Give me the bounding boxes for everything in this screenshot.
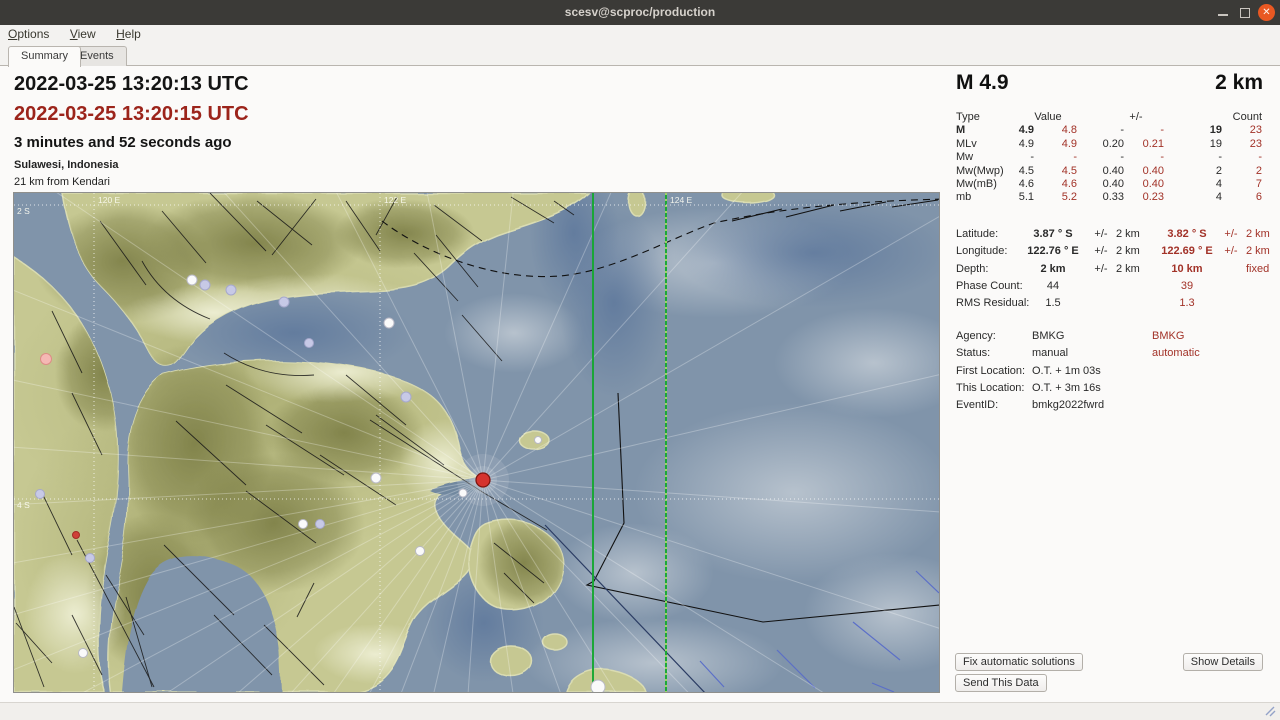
station-marker — [79, 649, 88, 658]
distance-from-city: 21 km from Kendari — [14, 176, 110, 188]
magnitude-row: MLv4.94.90.200.211923 — [956, 138, 1262, 151]
magnitude-table: Type Value +/- Count M4.94.8--1923MLv4.9… — [956, 111, 1262, 205]
station-marker — [371, 473, 381, 483]
station-marker — [535, 437, 542, 444]
tab-bar: Summary Events — [0, 43, 1280, 66]
station-marker — [316, 520, 325, 529]
location-row: Phase Count:4439 — [956, 280, 1268, 297]
graticule-label: 122 E — [384, 195, 407, 205]
magnitude-row: Mw(mB)4.64.60.400.4047 — [956, 178, 1262, 191]
station-marker — [73, 532, 80, 539]
location-row: RMS Residual:1.51.3 — [956, 297, 1268, 314]
fix-automatic-solutions-button[interactable]: Fix automatic solutions — [955, 653, 1083, 671]
maximize-icon[interactable] — [1240, 8, 1250, 18]
magnitude-table-header: Type Value +/- Count — [956, 111, 1262, 124]
station-marker — [226, 285, 236, 295]
menu-item-help[interactable]: Help — [108, 26, 149, 42]
graticule-label: 124 E — [670, 195, 693, 205]
station-marker — [200, 280, 210, 290]
station-marker — [299, 520, 308, 529]
station-marker — [41, 354, 52, 365]
station-marker — [401, 392, 411, 402]
title-bar: scesv@scproc/production ✕ — [0, 0, 1280, 25]
resize-grip-icon[interactable] — [1264, 705, 1276, 717]
station-marker — [36, 490, 45, 499]
station-marker — [187, 275, 197, 285]
station-marker — [279, 297, 289, 307]
col-count: Count — [1233, 111, 1262, 123]
menu-item-options[interactable]: Options — [0, 26, 57, 42]
minimize-icon[interactable] — [1218, 14, 1228, 16]
station-marker — [591, 680, 605, 692]
map-canvas[interactable]: 120 E 122 E 124 E 2 S 4 S — [14, 193, 939, 692]
meta-row: First Location:O.T. + 1m 03s — [956, 365, 1268, 382]
depth-headline: 2 km — [1215, 71, 1263, 95]
status-bar — [0, 702, 1280, 720]
menu-bar: Options View Help — [0, 25, 1280, 43]
origin-time: 2022-03-25 13:20:13 UTC — [14, 73, 249, 96]
col-type: Type — [956, 111, 980, 123]
elapsed-time: 3 minutes and 52 seconds ago — [14, 134, 232, 151]
epicenter-marker — [476, 473, 490, 487]
magnitude-row: Mw(Mwp)4.54.50.400.4022 — [956, 165, 1262, 178]
automatic-origin-time: 2022-03-25 13:20:15 UTC — [14, 103, 249, 126]
meta-row: Agency:BMKGBMKG — [956, 330, 1268, 347]
meta-row: EventID:bmkg2022fwrd — [956, 399, 1268, 416]
meta-table: Agency:BMKGBMKGStatus:manualautomaticFir… — [956, 330, 1268, 416]
location-row: Longitude:122.76 ° E+/-2 km122.69 ° E+/-… — [956, 245, 1268, 262]
station-marker — [86, 554, 95, 563]
magnitude-row: M4.94.8--1923 — [956, 124, 1262, 137]
station-marker — [384, 318, 394, 328]
magnitude-headline: M 4.9 — [956, 71, 1009, 95]
magnitude-row: mb5.15.20.330.2346 — [956, 191, 1262, 204]
send-this-data-button[interactable]: Send This Data — [955, 674, 1047, 692]
station-marker — [305, 339, 314, 348]
region-name: Sulawesi, Indonesia — [14, 159, 119, 171]
location-row: Depth:2 km+/-2 km10 kmfixed — [956, 263, 1268, 280]
station-marker — [459, 489, 467, 497]
location-row: Latitude:3.87 ° S+/-2 km3.82 ° S+/-2 km — [956, 228, 1268, 245]
col-err: +/- — [1071, 111, 1201, 123]
close-icon[interactable]: ✕ — [1258, 4, 1275, 21]
show-details-button[interactable]: Show Details — [1183, 653, 1263, 671]
window-title: scesv@scproc/production — [0, 0, 1280, 25]
graticule-label: 4 S — [17, 500, 30, 510]
location-table: Latitude:3.87 ° S+/-2 km3.82 ° S+/-2 kmL… — [956, 228, 1268, 314]
station-marker — [416, 547, 425, 556]
meta-row: Status:manualautomatic — [956, 347, 1268, 364]
menu-item-view[interactable]: View — [62, 26, 104, 42]
epicenter-symbol — [476, 473, 490, 487]
graticule-label: 120 E — [98, 195, 121, 205]
event-map[interactable]: 120 E 122 E 124 E 2 S 4 S — [13, 192, 940, 693]
meta-row: This Location:O.T. + 3m 16s — [956, 382, 1268, 399]
tab-summary[interactable]: Summary — [8, 46, 81, 67]
graticule-label: 2 S — [17, 206, 30, 216]
magnitude-row: Mw------ — [956, 151, 1262, 164]
